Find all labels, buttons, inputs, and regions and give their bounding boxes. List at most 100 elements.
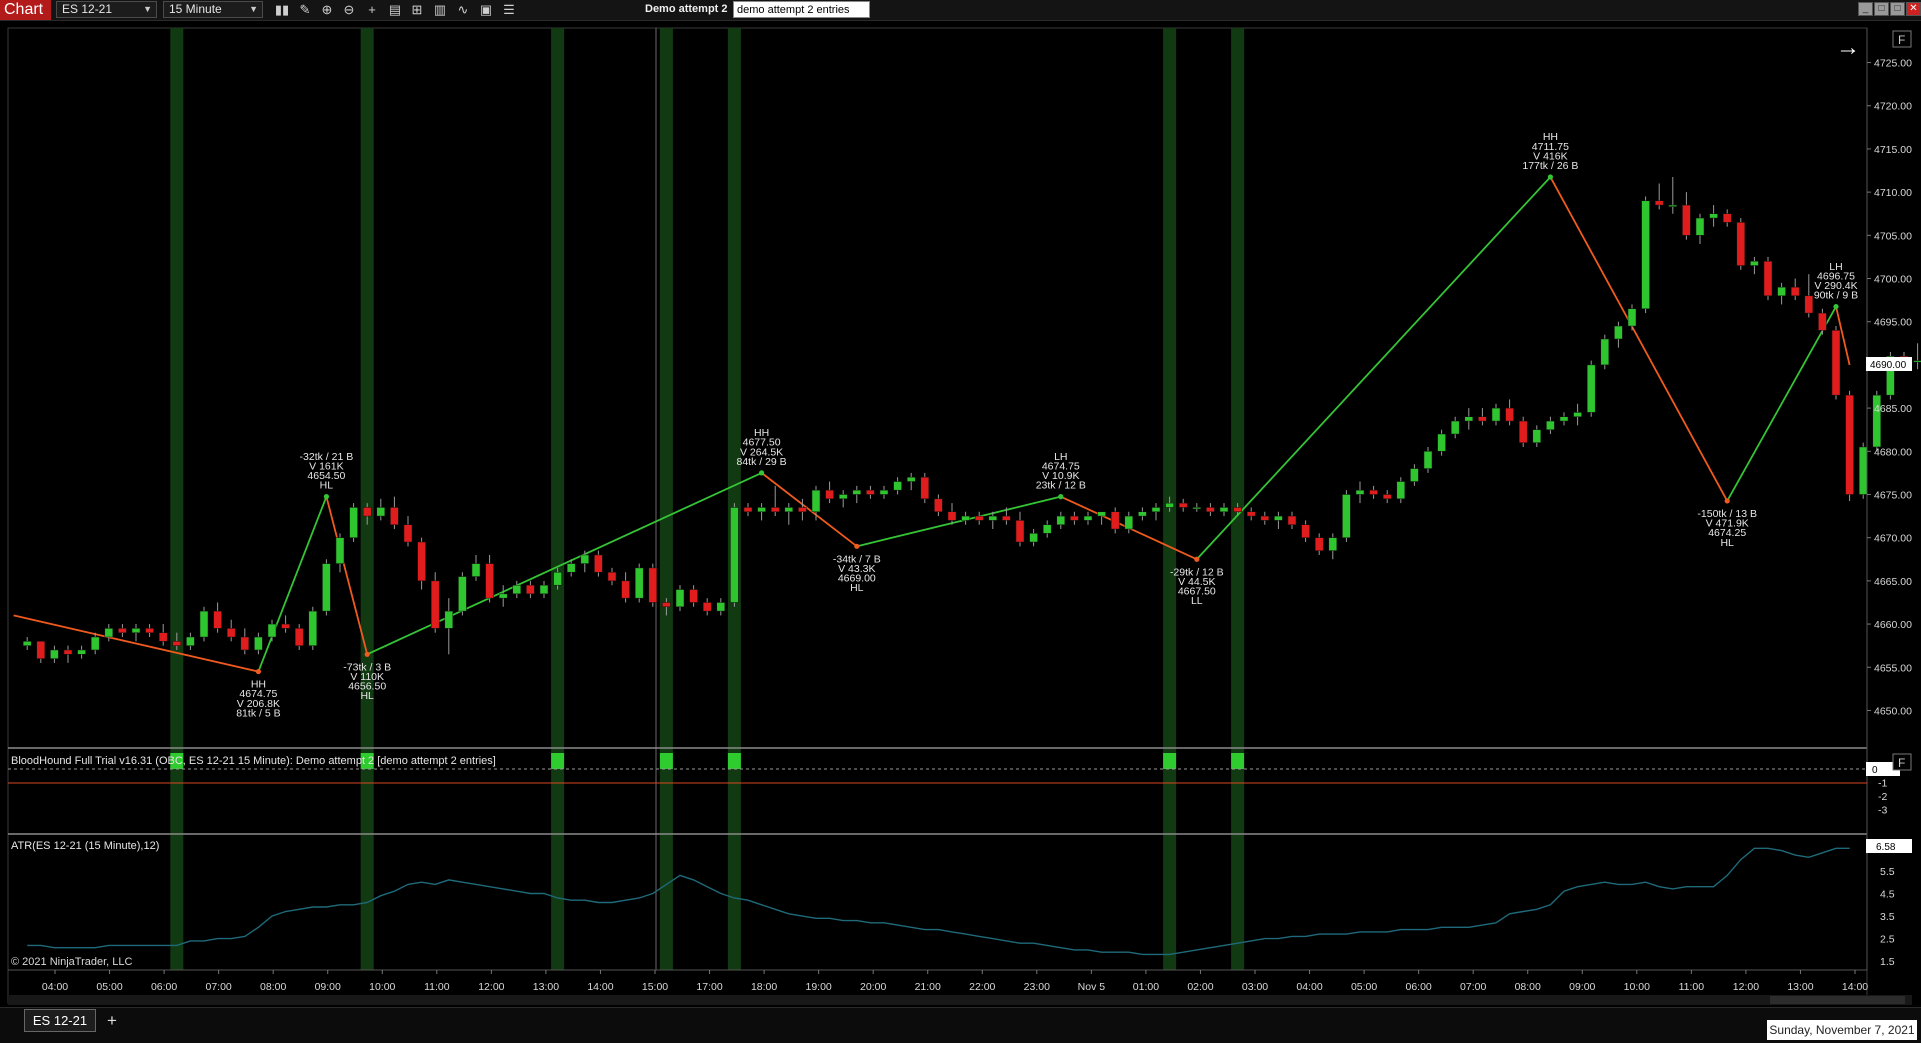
candle-up [1042,524,1052,534]
candle-down [866,489,875,495]
candle-down [947,511,957,521]
swing-point [255,668,261,675]
candle-down [362,507,372,517]
candle-up [444,610,454,629]
price-tick-label: 4715.00 [1874,144,1912,156]
time-tick-label: 04:00 [42,981,68,993]
candle-down [1246,511,1256,517]
signal-bar [727,753,741,769]
candle-up [335,537,345,564]
atr-tick-label: 5.5 [1880,866,1895,878]
arrow-right-icon[interactable]: → [1836,34,1860,61]
time-tick-label: 03:00 [1242,981,1268,993]
time-tick-label: 01:00 [1133,981,1159,993]
copyright-text: © 2021 NinjaTrader, LLC [11,956,132,968]
swing-label-line: 81tk / 5 B [236,707,280,719]
time-tick-label: 05:00 [96,981,122,993]
time-tick-label: 06:00 [151,981,177,993]
candle-up [254,636,263,651]
time-tick-label: 07:00 [1460,981,1486,993]
swing-point [1833,303,1839,310]
candle-up [308,610,318,646]
candle-down [1790,286,1800,297]
candle-up [1192,507,1202,510]
price-tick-label: 4700.00 [1874,274,1912,286]
time-tick-label: 11:00 [424,981,450,993]
candle-down [1233,507,1242,513]
chart-canvas[interactable]: HH4674.75V 206.8K81tk / 5 B-32tk / 21 BV… [0,0,1921,1007]
candle-down [1505,407,1514,422]
time-tick-label: 23:00 [1024,981,1050,993]
candle-up [471,563,481,577]
candle-up [1437,433,1446,452]
candle-up [1464,416,1474,422]
price-tick-label: 4720.00 [1874,101,1912,113]
candle-up [988,515,998,521]
current-price-value: 4690.00 [1870,360,1907,371]
candle-up [50,649,59,659]
candle-down [1301,524,1310,538]
candle-up [1777,286,1786,297]
candle-down [1002,515,1011,521]
candle-up [104,628,114,638]
candle-down [158,632,168,642]
candle-down [1722,213,1732,223]
instrument-tab[interactable]: ES 12-21 [24,1009,96,1032]
candle-up [512,584,522,595]
candle-down [607,571,617,582]
candle-down [485,563,494,599]
horizontal-scrollbar[interactable] [8,995,1912,1005]
time-tick-label: Nov 5 [1078,981,1106,993]
candle-up [634,567,644,599]
candle-up [1097,511,1106,517]
add-tab-button[interactable]: + [100,1010,124,1031]
candle-down [226,628,236,638]
current-price-marker: 4690.00 [1866,357,1912,371]
candle-up [1532,429,1542,443]
atr-tick-label: 3.5 [1880,911,1895,923]
signal-highlight-column [360,28,374,970]
candle-up [1274,515,1283,521]
time-tick-label: 07:00 [205,981,231,993]
swing-label-line: 84tk / 29 B [736,456,786,468]
signal-highlight-column [170,28,184,970]
candle-down [648,567,658,603]
swing-point [364,651,370,657]
candle-up [199,610,209,638]
candle-up [498,593,508,599]
candle-down [798,507,807,513]
candle-down [1015,520,1025,543]
candle-up [267,623,277,638]
time-tick-label: 14:00 [587,981,613,993]
candle-up [322,563,331,612]
swing-point [854,543,860,549]
price-tick-label: 4725.00 [1874,58,1912,70]
candle-down [1110,511,1120,530]
candle-up [675,589,685,608]
signal-bar [551,753,565,769]
candle-up [1342,494,1351,538]
candle-down [702,602,712,612]
time-tick-label: 06:00 [1405,981,1431,993]
candle-up [376,507,386,517]
candle-up [811,489,821,513]
swing-point [1724,498,1730,504]
swing-label-line: 177tk / 26 B [1522,160,1578,172]
candle-up [1586,364,1596,413]
time-tick-label: 22:00 [969,981,995,993]
candle-up [1546,420,1555,430]
candle-down [1314,537,1324,551]
candle-up [186,636,195,646]
candle-down [145,628,154,633]
swing-point [1058,494,1064,500]
swing-label-line: HL [360,690,374,702]
candle-up [1124,515,1134,530]
price-tick-label: 4705.00 [1874,230,1912,242]
candle-up [131,628,141,633]
scrollbar-thumb[interactable] [1770,996,1905,1004]
candle-up [566,563,576,573]
time-tick-label: 17:00 [696,981,722,993]
swing-point [759,470,765,476]
time-tick-label: 20:00 [860,981,886,993]
candle-up [1641,200,1650,310]
